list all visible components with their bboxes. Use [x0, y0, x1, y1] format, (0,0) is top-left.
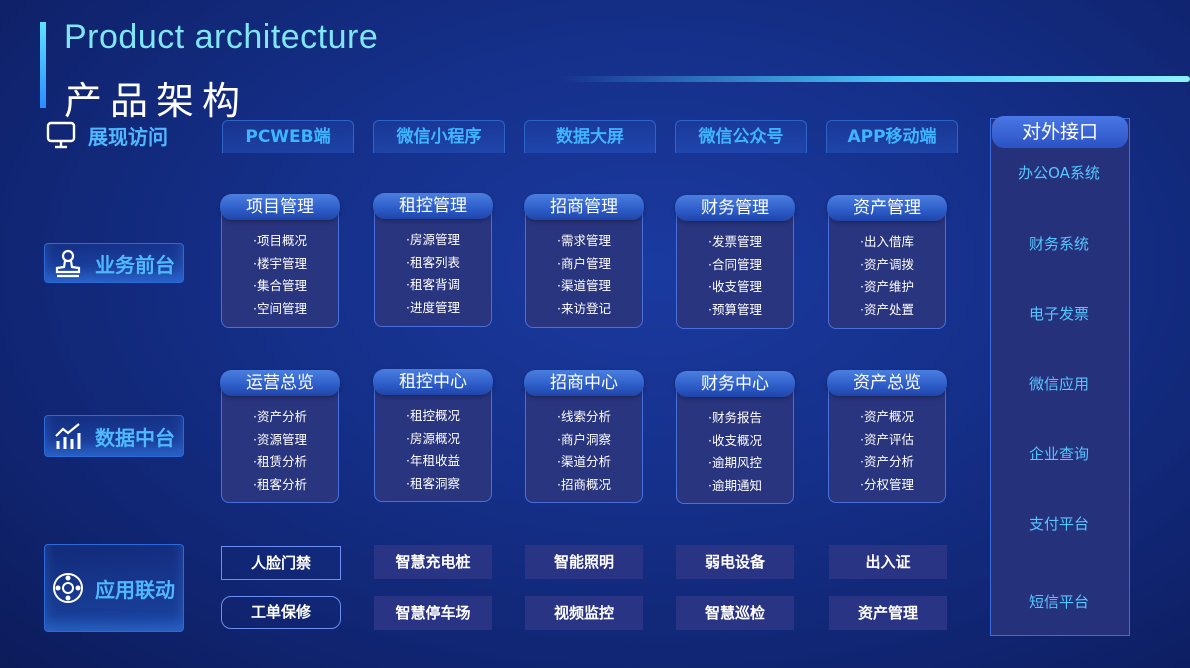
card-title: 招商中心	[524, 370, 644, 396]
interface-finance[interactable]: 财务系统	[990, 233, 1128, 254]
card-rental-control: 租控管理 ·房源管理 ·租客列表 ·租客背调 ·进度管理	[373, 193, 493, 327]
app-work-order[interactable]: 工单保修	[221, 596, 341, 629]
card-investment-management: 招商管理 ·需求管理 ·商户管理 ·渠道管理 ·来访登记	[524, 194, 644, 328]
card-item: ·出入借库	[860, 234, 914, 249]
card-item: ·资产维护	[860, 279, 914, 294]
card-asset-overview: 资产总览 ·资产概况 ·资产评估 ·资产分析 ·分权管理	[827, 370, 947, 503]
card-item: ·渠道分析	[557, 454, 611, 469]
card-finance-center: 财务中心 ·财务报告 ·收支概况 ·逾期风控 ·逾期通知	[675, 371, 795, 504]
page-title-cn: 产品架构	[64, 79, 249, 123]
card-title: 租控中心	[373, 369, 493, 395]
card-item: ·楼宇管理	[253, 255, 307, 271]
card-item: ·集合管理	[253, 278, 307, 293]
interface-oa[interactable]: 办公OA系统	[990, 162, 1128, 183]
card-item: ·收支概况	[708, 432, 762, 448]
row-label-business: 业务前台	[44, 243, 184, 283]
app-low-voltage[interactable]: 弱电设备	[676, 545, 794, 579]
card-item: ·逾期风控	[708, 455, 762, 470]
card-item: ·分权管理	[860, 476, 914, 492]
row-label-display: 展现访问	[44, 118, 178, 152]
page-title-en: Product architecture	[64, 18, 379, 56]
card-item: ·租客背调	[406, 277, 460, 292]
card-title: 财务管理	[675, 195, 795, 221]
card-title: 招商管理	[524, 194, 644, 220]
chart-icon	[51, 419, 85, 453]
card-item: ·租客分析	[253, 476, 307, 492]
card-item: ·租客列表	[406, 254, 460, 270]
tab-data-screen[interactable]: 数据大屏	[524, 120, 656, 153]
tab-pcweb[interactable]: PCWEB端	[222, 120, 354, 153]
card-item: ·资产概况	[860, 409, 914, 424]
monitor-icon	[44, 118, 78, 152]
card-item: ·项目概况	[253, 233, 307, 248]
card-title: 资产管理	[827, 195, 947, 221]
card-item: ·资产调拨	[860, 256, 914, 272]
tab-wechat-official[interactable]: 微信公众号	[675, 120, 807, 153]
card-title: 财务中心	[675, 371, 795, 397]
app-video-monitoring[interactable]: 视频监控	[525, 596, 643, 630]
card-item: ·合同管理	[708, 256, 762, 272]
card-investment-center: 招商中心 ·线索分析 ·商户洞察 ·渠道分析 ·招商概况	[524, 370, 644, 503]
card-item: ·财务报告	[708, 410, 762, 425]
card-item: ·资产分析	[253, 409, 307, 424]
external-interfaces-title: 对外接口	[992, 116, 1128, 148]
card-item: ·租客洞察	[406, 475, 460, 491]
card-item: ·来访登记	[557, 300, 611, 316]
tab-wechat-miniprogram[interactable]: 微信小程序	[373, 120, 505, 153]
card-operations-overview: 运营总览 ·资产分析 ·资源管理 ·租赁分析 ·租客分析	[220, 370, 340, 503]
linkage-icon	[51, 571, 85, 605]
interface-e-invoice[interactable]: 电子发票	[990, 303, 1128, 324]
card-item: ·年租收益	[406, 453, 460, 468]
card-item: ·租控概况	[406, 408, 460, 423]
card-item: ·资源管理	[253, 431, 307, 447]
card-item: ·资产分析	[860, 454, 914, 469]
card-item: ·发票管理	[708, 234, 762, 249]
card-item: ·渠道管理	[557, 278, 611, 293]
interface-sms[interactable]: 短信平台	[990, 591, 1128, 612]
card-item: ·招商概况	[557, 476, 611, 492]
interface-wechat[interactable]: 微信应用	[990, 373, 1128, 394]
card-finance-management: 财务管理 ·发票管理 ·合同管理 ·收支管理 ·预算管理	[675, 195, 795, 329]
app-smart-lighting[interactable]: 智能照明	[525, 545, 643, 579]
card-item: ·空间管理	[253, 300, 307, 316]
stamp-icon	[51, 246, 85, 280]
card-title: 资产总览	[827, 370, 947, 396]
interface-company-query[interactable]: 企业查询	[990, 443, 1128, 464]
card-item: ·商户管理	[557, 255, 611, 271]
app-smart-parking[interactable]: 智慧停车场	[374, 596, 492, 630]
card-item: ·房源管理	[406, 232, 460, 247]
card-rental-center: 租控中心 ·租控概况 ·房源概况 ·年租收益 ·租客洞察	[373, 369, 493, 502]
card-item: ·收支管理	[708, 279, 762, 294]
row-label-apps-text: 应用联动	[95, 577, 175, 602]
card-item: ·资产评估	[860, 431, 914, 447]
card-item: ·进度管理	[406, 299, 460, 315]
card-item: ·商户洞察	[557, 431, 611, 447]
card-title: 运营总览	[220, 370, 340, 396]
card-item: ·预算管理	[708, 301, 762, 317]
card-title: 租控管理	[373, 193, 493, 219]
app-smart-patrol[interactable]: 智慧巡检	[676, 596, 794, 630]
row-label-apps: 应用联动	[44, 544, 184, 632]
card-item: ·需求管理	[557, 233, 611, 248]
card-title: 项目管理	[220, 194, 340, 220]
tab-app-mobile[interactable]: APP移动端	[826, 120, 958, 153]
card-item: ·房源概况	[406, 430, 460, 446]
card-asset-management: 资产管理 ·出入借库 ·资产调拨 ·资产维护 ·资产处置	[827, 195, 947, 329]
title-accent-bar	[40, 22, 46, 108]
app-face-access[interactable]: 人脸门禁	[221, 546, 341, 580]
row-label-business-text: 业务前台	[95, 252, 175, 277]
card-item: ·租赁分析	[253, 454, 307, 469]
row-label-data: 数据中台	[44, 415, 184, 457]
row-label-display-text: 展现访问	[88, 124, 168, 149]
card-item: ·逾期通知	[708, 477, 762, 493]
card-item: ·线索分析	[557, 409, 611, 424]
app-smart-charging[interactable]: 智慧充电桩	[374, 545, 492, 579]
card-project-management: 项目管理 ·项目概况 ·楼宇管理 ·集合管理 ·空间管理	[220, 194, 340, 328]
app-asset-management[interactable]: 资产管理	[829, 596, 947, 630]
app-access-pass[interactable]: 出入证	[829, 545, 947, 579]
interface-payment[interactable]: 支付平台	[990, 513, 1128, 534]
row-label-data-text: 数据中台	[95, 425, 175, 450]
title-glow-line	[560, 76, 1190, 82]
card-item: ·资产处置	[860, 301, 914, 317]
